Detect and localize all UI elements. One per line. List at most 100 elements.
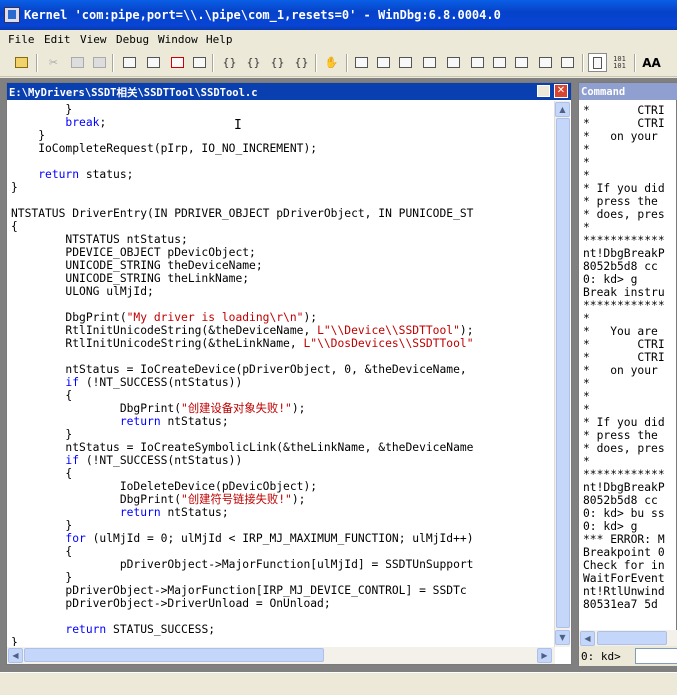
code-line[interactable]: RtlInitUnicodeString(&theLinkName, L"\\D… — [11, 337, 473, 350]
insert-breakpoint-icon[interactable] — [120, 53, 139, 72]
code-line[interactable]: } — [11, 103, 72, 116]
source-horizontal-scrollbar[interactable]: ◀ ▶ — [7, 647, 555, 664]
command-input[interactable] — [635, 648, 677, 664]
scroll-left-icon[interactable]: ◀ — [580, 631, 595, 646]
locals-window-icon[interactable] — [396, 53, 415, 72]
menu-file[interactable]: File — [8, 33, 35, 46]
command-output-line: * CTRI — [583, 351, 665, 364]
code-line[interactable]: ntStatus = IoCreateSymbolicLink(&theLink… — [11, 441, 473, 454]
hand-icon[interactable]: ✋ — [322, 53, 341, 72]
menu-help[interactable]: Help — [206, 33, 233, 46]
code-line[interactable]: pDriverObject->MajorFunction[IRP_MJ_DEVI… — [11, 584, 466, 597]
code-line[interactable]: UNICODE_STRING theDeviceName; — [11, 259, 262, 272]
code-line[interactable]: IoDeleteDevice(pDevicObject); — [11, 480, 317, 493]
scrollbar-thumb[interactable] — [597, 631, 667, 645]
code-line[interactable]: ntStatus = IoCreateDevice(pDriverObject,… — [11, 363, 466, 376]
code-line[interactable]: break; — [11, 116, 106, 129]
options-icon[interactable] — [536, 53, 555, 72]
code-token: RtlInitUnicodeString(&theDeviceName, — [11, 324, 318, 337]
code-line[interactable]: if (!NT_SUCCESS(ntStatus)) — [11, 454, 242, 467]
command-output-line: * — [583, 169, 590, 182]
source-vertical-scrollbar[interactable]: ▲ ▼ — [554, 101, 570, 647]
code-line[interactable]: } — [11, 571, 72, 584]
scrollbar-thumb[interactable] — [556, 118, 570, 628]
hex-mode-icon[interactable]: 101 101 — [610, 53, 629, 72]
call-stack-icon[interactable] — [468, 53, 487, 72]
code-line[interactable]: NTSTATUS DriverEntry(IN PDRIVER_OBJECT p… — [11, 207, 474, 220]
memory-window-icon[interactable] — [444, 53, 463, 72]
command-output[interactable]: * CTRI * CTRI * on your * * * * If you did * pr… — [583, 104, 677, 632]
scratch-pad-icon[interactable] — [512, 53, 531, 72]
code-line[interactable]: ULONG ulMjId; — [11, 285, 153, 298]
windbg-app-icon[interactable] — [4, 7, 20, 23]
font-icon[interactable]: AA — [642, 53, 661, 72]
code-line[interactable]: pDriverObject->DriverUnload = OnUnload; — [11, 597, 330, 610]
code-line[interactable]: DbgPrint("创建设备对象失败!"); — [11, 402, 306, 415]
scrollbar-thumb[interactable] — [24, 648, 324, 662]
code-line[interactable]: IoCompleteRequest(pIrp, IO_NO_INCREMENT)… — [11, 142, 317, 155]
menu-view[interactable]: View — [80, 33, 107, 46]
menu-edit[interactable]: Edit — [44, 33, 71, 46]
menu-window[interactable]: Window — [158, 33, 198, 46]
code-line[interactable]: { — [11, 467, 72, 480]
command-window[interactable]: Command * CTRI * CTRI * on your * * * * If you… — [578, 82, 677, 666]
code-line[interactable]: NTSTATUS ntStatus; — [11, 233, 187, 246]
title-bar[interactable]: Kernel 'com:pipe,port=\\.\pipe\com_1,res… — [0, 0, 677, 30]
code-line[interactable]: UNICODE_STRING theLinkName; — [11, 272, 249, 285]
code-line[interactable]: { — [11, 389, 72, 402]
open-icon[interactable] — [12, 53, 31, 72]
code-line[interactable]: DbgPrint("My driver is loading\r\n"); — [11, 311, 317, 324]
code-line[interactable]: DbgPrint("创建符号链接失败!"); — [11, 493, 306, 506]
command-horizontal-scrollbar[interactable]: ◀ — [579, 630, 677, 646]
code-line[interactable]: for (ulMjId = 0; ulMjId < IRP_MJ_MAXIMUM… — [11, 532, 473, 545]
scroll-right-icon[interactable]: ▶ — [537, 648, 552, 663]
stop-debugging-icon[interactable] — [168, 53, 187, 72]
code-token: } — [11, 571, 73, 584]
command-window-title[interactable]: Command — [579, 83, 677, 100]
code-line[interactable]: return ntStatus; — [11, 506, 229, 519]
restore-icon[interactable] — [537, 85, 550, 97]
window-list-icon[interactable] — [558, 53, 577, 72]
code-line[interactable]: } — [11, 181, 18, 194]
code-line[interactable]: } — [11, 129, 45, 142]
code-line[interactable]: RtlInitUnicodeString(&theDeviceName, L"\… — [11, 324, 473, 337]
step-out-icon[interactable]: {} — [268, 53, 287, 72]
source-window[interactable]: E:\MyDrivers\SSDT相关\SSDTTool\SSDTool.c ✕… — [6, 82, 572, 665]
step-over-icon[interactable]: {} — [244, 53, 263, 72]
scroll-up-icon[interactable]: ▲ — [555, 102, 570, 117]
command-window-icon[interactable] — [352, 53, 371, 72]
menu-debug[interactable]: Debug — [116, 33, 149, 46]
restart-icon[interactable] — [190, 53, 209, 72]
source-window-titlebar[interactable]: E:\MyDrivers\SSDT相关\SSDTTool\SSDTool.c ✕ — [7, 83, 571, 100]
watch-window-icon[interactable] — [374, 53, 393, 72]
run-to-cursor-icon[interactable]: {} — [292, 53, 311, 72]
copy-icon[interactable] — [68, 53, 87, 72]
code-token: } — [11, 181, 18, 194]
scroll-down-icon[interactable]: ▼ — [555, 630, 570, 645]
cut-icon[interactable]: ✂ — [44, 53, 63, 72]
code-line[interactable]: { — [11, 220, 18, 233]
registers-window-icon[interactable] — [420, 53, 439, 72]
source-mode-icon[interactable] — [588, 53, 607, 72]
disassembly-icon[interactable] — [490, 53, 509, 72]
code-line[interactable]: if (!NT_SUCCESS(ntStatus)) — [11, 376, 242, 389]
command-output-line: 0: kd> g — [583, 273, 638, 286]
code-line[interactable]: { — [11, 545, 72, 558]
code-line[interactable]: } — [11, 636, 18, 646]
scroll-left-icon[interactable]: ◀ — [8, 648, 23, 663]
code-line[interactable]: pDriverObject->MajorFunction[ulMjId] = S… — [11, 558, 474, 571]
source-code[interactable]: } break; } IoCompleteRequest(pIrp, IO_NO… — [11, 103, 552, 646]
code-line[interactable]: return STATUS_SUCCESS; — [11, 623, 215, 636]
paste-icon[interactable] — [90, 53, 109, 72]
command-output-line: 0: kd> bu ss — [583, 507, 665, 520]
step-into-icon[interactable]: {} — [220, 53, 239, 72]
code-line[interactable]: } — [11, 428, 72, 441]
code-token: (!NT_SUCCESS(ntStatus)) — [79, 376, 243, 389]
code-line[interactable]: return status; — [11, 168, 133, 181]
break-icon[interactable] — [144, 53, 163, 72]
code-line[interactable]: PDEVICE_OBJECT pDevicObject; — [11, 246, 255, 259]
code-line[interactable]: } — [11, 519, 72, 532]
code-line[interactable]: return ntStatus; — [11, 415, 229, 428]
close-icon[interactable]: ✕ — [554, 84, 568, 98]
